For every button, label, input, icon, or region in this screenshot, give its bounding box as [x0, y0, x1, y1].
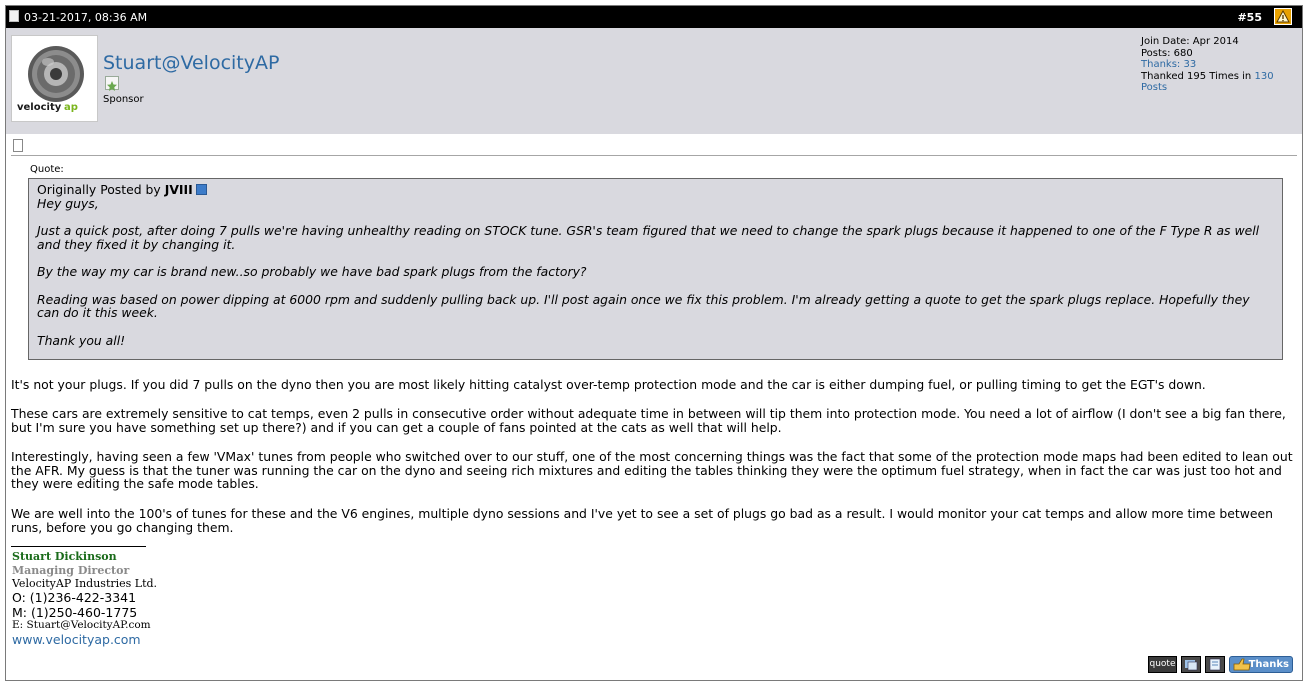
signature-company: VelocityAP Industries Ltd.: [12, 577, 158, 590]
quote-paragraph: Just a quick post, after doing 7 pulls w…: [37, 223, 1260, 252]
signature-website-link[interactable]: www.velocityap.com: [12, 632, 141, 647]
post-date: 03-21-2017, 08:36 AM: [24, 11, 148, 24]
quote-label: Quote:: [30, 164, 64, 175]
message-paragraph: Interestingly, having seen a few 'VMax' …: [11, 449, 1293, 491]
thanked-prefix: Thanked 195 Times in: [1141, 70, 1252, 82]
signature-mobile-phone: M: (1)250-460-1775: [12, 605, 138, 620]
signature-email: E: Stuart@VelocityAP.com: [12, 619, 151, 631]
thanks-count-link[interactable]: Thanks: 33: [1141, 59, 1302, 71]
quote-button[interactable]: quote: [1148, 656, 1177, 673]
post-actions: quote Thanks: [1148, 656, 1298, 673]
divider: [11, 155, 1297, 156]
quote-author: JVIII: [164, 182, 193, 197]
post-number-link[interactable]: #55: [1237, 11, 1262, 24]
username-link[interactable]: Stuart@VelocityAP: [103, 52, 279, 74]
edit-button[interactable]: [1205, 656, 1225, 673]
post-header: 03-21-2017, 08:36 AM #55: [6, 6, 1302, 28]
signature-divider: [11, 546, 146, 547]
thanked-times: Thanked 195 Times in 130 Posts: [1141, 71, 1302, 94]
post-icon: [13, 139, 23, 152]
post-container: 03-21-2017, 08:36 AM #55 velocity ap Stu: [5, 5, 1303, 681]
edit-icon: [1209, 658, 1221, 671]
user-info-bar: velocity ap Stuart@VelocityAP Sponsor Jo…: [6, 28, 1302, 134]
signature-role: Managing Director: [12, 564, 130, 577]
multiquote-button[interactable]: [1181, 656, 1201, 673]
svg-text:ap: ap: [64, 102, 78, 113]
quote-paragraph: By the way my car is brand new..so proba…: [37, 264, 587, 279]
signature-name: Stuart Dickinson: [12, 550, 117, 563]
thanks-label: Thanks: [1248, 659, 1289, 670]
document-icon: [9, 10, 19, 22]
view-post-icon[interactable]: [195, 184, 207, 195]
thanks-icon: [1233, 658, 1251, 671]
quote-attribution: Originally Posted by JVIII: [37, 183, 1274, 197]
user-title: Sponsor: [103, 94, 144, 105]
quote-paragraph: Reading was based on power dipping at 60…: [37, 291, 1250, 320]
quote-paragraph: Hey guys,: [37, 195, 99, 211]
post-count: Posts: 680: [1141, 47, 1193, 59]
svg-text:velocity: velocity: [17, 102, 62, 113]
rank-icon: [105, 76, 119, 91]
thanks-button[interactable]: Thanks: [1229, 656, 1293, 673]
avatar[interactable]: velocity ap: [11, 35, 98, 122]
message-paragraph: We are well into the 100's of tunes for …: [11, 506, 1273, 535]
quote-block: Originally Posted by JVIII Hey guys, Jus…: [28, 178, 1283, 360]
join-date: Join Date: Apr 2014: [1141, 36, 1239, 47]
signature-office-phone: O: (1)236-422-3341: [12, 590, 137, 605]
message-paragraph: It's not your plugs. If you did 7 pulls …: [11, 377, 1206, 392]
originally-posted-by: Originally Posted by: [37, 182, 161, 197]
message-paragraph: These cars are extremely sensitive to ca…: [11, 406, 1286, 435]
multiquote-icon: [1185, 660, 1198, 671]
user-stats: Join Date: Apr 2014 Posts: 680 Thanks: 3…: [1141, 36, 1302, 94]
report-icon[interactable]: [1274, 8, 1292, 25]
quote-paragraph: Thank you all!: [37, 332, 126, 348]
